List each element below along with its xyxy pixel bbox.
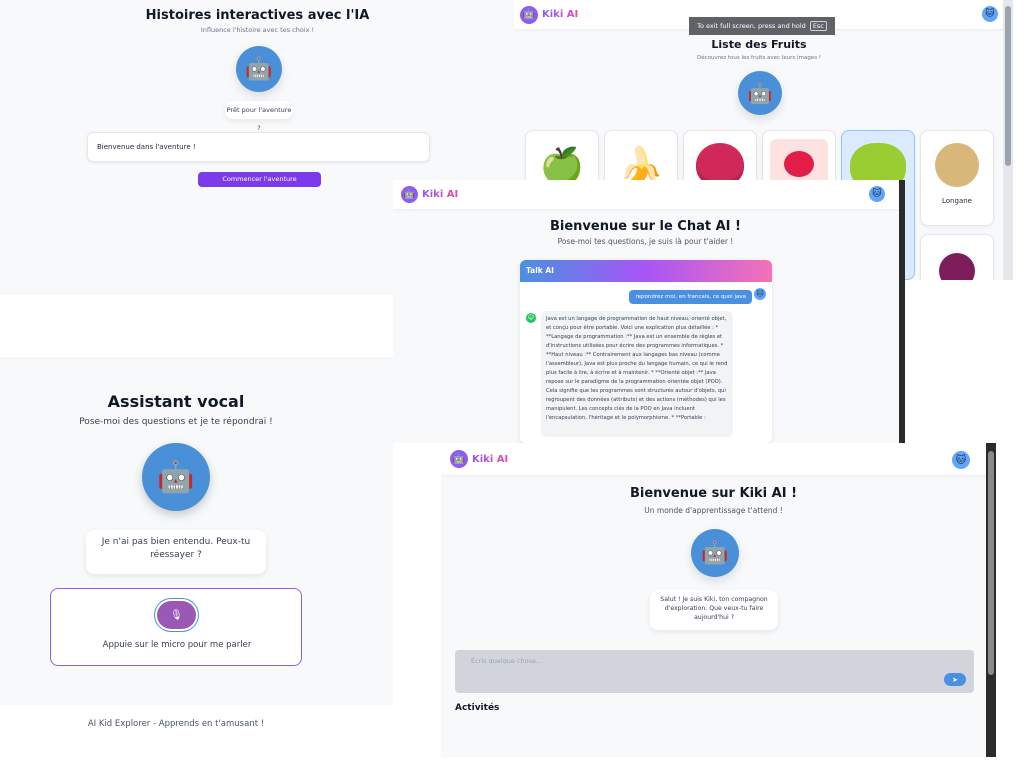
activities-heading: Activités (455, 703, 500, 713)
greeting-bubble: Salut ! Je suis Kiki, ton compagnon d'ex… (650, 590, 778, 630)
ai-message: Java est un langage de programmation de … (541, 311, 733, 437)
robot-avatar: 🤖 (738, 71, 782, 115)
fruits-title: Liste des Fruits (711, 38, 807, 51)
fruits-subtitle: Découvrez tous les fruits avec leurs ima… (696, 55, 822, 61)
home-subtitle: Un monde d'apprentissage t'attend ! (644, 506, 783, 515)
user-avatar-icon: 🐱 (754, 288, 766, 300)
home-title: Bienvenue sur Kiki AI ! (629, 486, 798, 501)
fullscreen-notice-text: To exit full screen, press and hold (697, 22, 806, 30)
voice-top-bar (0, 295, 393, 359)
mic-card: 🎙 Appuie sur le micro pour me parler (50, 588, 302, 666)
fullscreen-notice: To exit full screen, press and hold Esc (689, 17, 835, 35)
fruit-name: Longane (942, 197, 972, 205)
story-welcome-text: Bienvenue dans l'aventure ! (97, 143, 196, 151)
brand-name[interactable]: Kiki AI (422, 189, 458, 200)
brand-name[interactable]: Kiki AI (472, 454, 508, 465)
fruit-card[interactable]: Longane (920, 130, 994, 226)
voice-title: Assistant vocal (107, 392, 245, 411)
user-avatar-icon[interactable]: 🐱 (952, 451, 970, 469)
ready-bubble: Prêt pour l'aventure ? (225, 101, 293, 132)
chat-scrollbar[interactable] (899, 180, 905, 443)
home-panel: 🤖 Kiki AI 🐱 Bienvenue sur Kiki AI ! Un m… (441, 443, 996, 757)
chat-title: Bienvenue sur le Chat AI ! (550, 219, 741, 234)
voice-footer: AI Kid Explorer - Apprends en t'amusant … (87, 719, 265, 729)
start-adventure-button[interactable]: Commencer l'aventure (198, 172, 321, 187)
greeting-text: Salut ! Je suis Kiki, ton compagnon d'ex… (660, 596, 768, 621)
longan-image (935, 143, 979, 187)
robot-icon: 🤖 (701, 540, 729, 566)
user-avatar-icon[interactable]: 🐱 (869, 186, 885, 202)
robot-avatar: 🤖 (236, 46, 282, 92)
microphone-icon: 🎙 (170, 609, 183, 621)
voice-reply-text: Je n'ai pas bien entendu. Peux-tu réessa… (101, 537, 251, 560)
message-input[interactable]: Écris quelque chose... ➤ (455, 650, 974, 693)
brand-logo-icon: 🤖 (450, 450, 468, 468)
mic-hint: Appuie sur le micro pour me parler (102, 640, 252, 650)
robot-icon: 🤖 (245, 56, 273, 82)
fig-image (939, 253, 975, 280)
robot-avatar: 🤖 (691, 529, 739, 577)
chat-subtitle: Pose-moi tes questions, je suis là pour … (557, 237, 734, 246)
send-icon: ➤ (952, 675, 958, 684)
voice-subtitle: Pose-moi des questions et je te répondra… (79, 417, 273, 427)
home-navbar: 🤖 Kiki AI (441, 443, 996, 475)
voice-panel: Assistant vocal Pose-moi des questions e… (0, 295, 393, 768)
brand-logo-icon: 🤖 (401, 186, 418, 203)
chat-window: Talk AI repondrez moi, en francais, ce q… (520, 260, 772, 443)
robot-avatar: 🤖 (142, 443, 210, 511)
robot-icon: 🤖 (747, 81, 773, 105)
message-placeholder: Écris quelque chose... (471, 657, 543, 665)
story-subtitle: Influence l'histoire avec tes choix ! (200, 26, 315, 34)
brand-logo-icon: 🤖 (520, 5, 538, 24)
home-scrollbar[interactable] (986, 443, 996, 757)
mic-button[interactable]: 🎙 (157, 601, 196, 629)
fruits-outer-scrollbar[interactable] (1003, 0, 1013, 280)
chat-header: Talk AI (520, 260, 772, 282)
send-button[interactable]: ➤ (944, 673, 966, 686)
esc-key: Esc (809, 21, 827, 31)
brand-name[interactable]: Kiki AI (542, 9, 578, 20)
robot-icon: 🤖 (157, 459, 195, 495)
chat-panel: 🤖 Kiki AI 🐱 Bienvenue sur le Chat AI ! P… (393, 180, 905, 443)
chat-navbar: 🤖 Kiki AI (393, 180, 905, 209)
story-title: Histoires interactives avec l'IA (145, 8, 370, 23)
user-avatar-icon[interactable]: 🐱 (982, 6, 998, 22)
story-welcome-box: Bienvenue dans l'aventure ! (87, 132, 430, 162)
fruit-card[interactable] (920, 234, 994, 280)
ai-avatar-icon: ☺ (526, 313, 536, 323)
voice-reply-bubble: Je n'ai pas bien entendu. Peux-tu réessa… (86, 530, 266, 574)
user-message: repondrez moi, en francais, ce quoi java (629, 290, 752, 304)
